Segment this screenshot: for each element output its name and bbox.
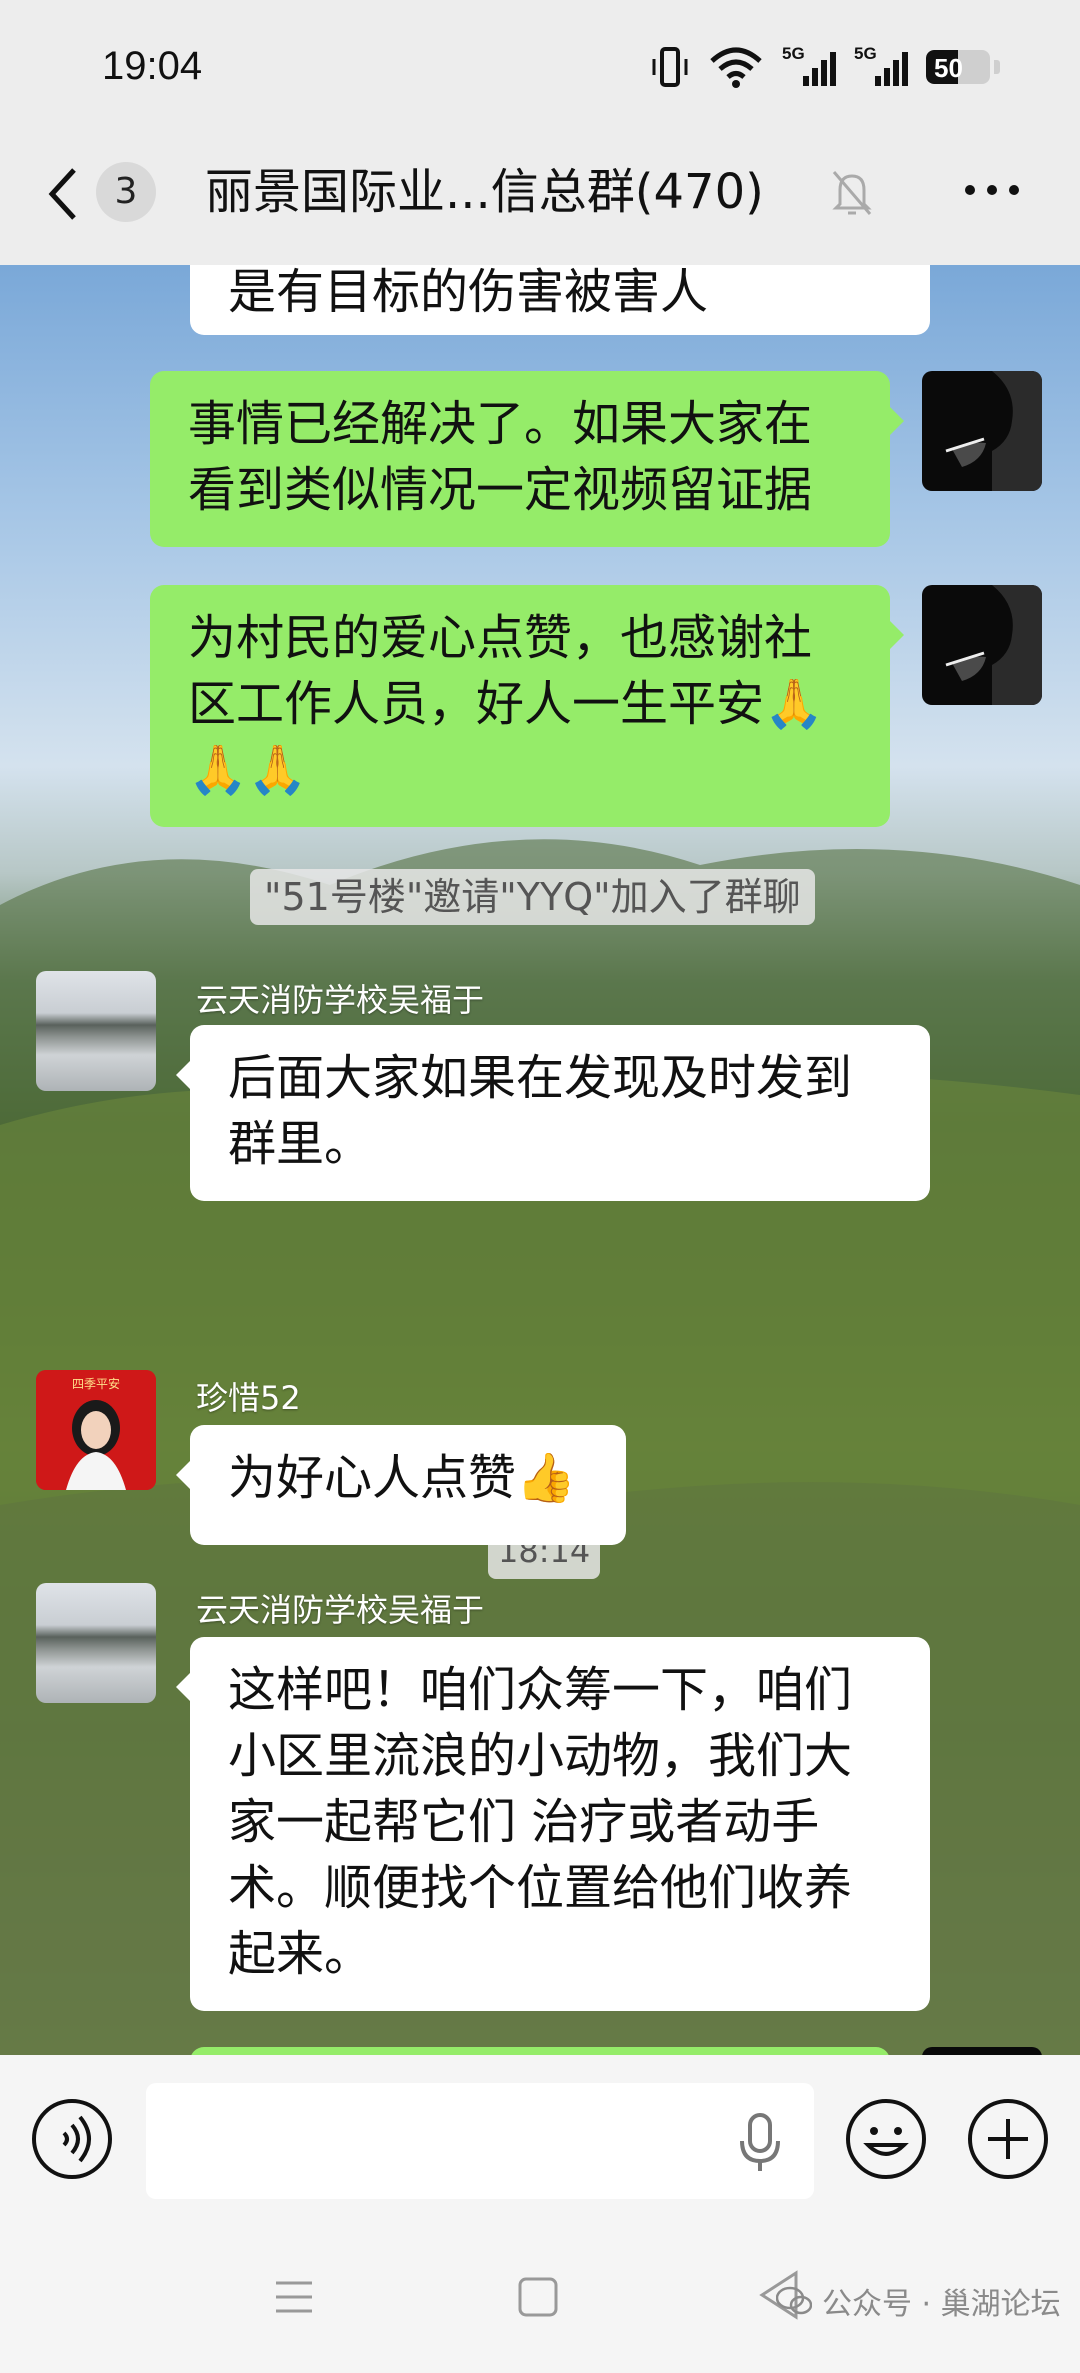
self-avatar[interactable]	[922, 371, 1042, 491]
home-icon[interactable]	[516, 2275, 560, 2319]
sender-name: 云天消防学校吴福于	[196, 981, 485, 1019]
smoking-figure-image	[945, 585, 1042, 705]
wifi-icon	[710, 47, 762, 88]
message-bubble-incoming[interactable]: 是有目标的伤害被害人	[190, 265, 930, 335]
sender-avatar[interactable]: 四季平安	[36, 1370, 156, 1490]
message-text-input[interactable]	[146, 2083, 814, 2199]
sender-avatar[interactable]	[36, 971, 156, 1091]
emoji-icon[interactable]	[844, 2097, 928, 2181]
message-bubble-outgoing[interactable]: 事情已经解决了。如果大家在看到类似情况一定视频留证据	[150, 371, 904, 547]
sender-name: 珍惜52	[196, 1379, 301, 1417]
signal-5g-icon: 5G	[782, 44, 836, 90]
signal-label: 5G	[854, 44, 877, 63]
message-bubble-outgoing[interactable]: 为村民的爱心点赞，也感谢社区工作人员，好人一生平安🙏🙏🙏	[150, 585, 904, 827]
voice-input-icon[interactable]	[30, 2097, 114, 2181]
battery-tip	[994, 60, 1000, 74]
status-time: 19:04	[102, 44, 203, 88]
battery-percent: 50	[934, 53, 963, 83]
chat-message-list[interactable]: 是有目标的伤害被害人 事情已经解决了。如果大家在看到类似情况一定视频留证据 为村…	[0, 265, 1080, 2055]
message-bubble-incoming[interactable]: 这样吧！咱们众筹一下，咱们小区里流浪的小动物，我们大家一起帮它们 治疗或者动手术…	[176, 1637, 930, 2011]
more-icon[interactable]	[960, 170, 1024, 210]
sender-avatar[interactable]	[36, 1583, 156, 1703]
wechat-logo-icon	[776, 2286, 812, 2315]
self-avatar[interactable]	[922, 2047, 1042, 2055]
input-bar	[0, 2055, 1080, 2225]
plus-icon[interactable]	[966, 2097, 1050, 2181]
portrait-image: 四季平安	[36, 1370, 156, 1490]
mute-bell-icon	[832, 171, 872, 215]
vibrate-icon	[652, 47, 688, 87]
message-bubble-incoming[interactable]: 后面大家如果在发现及时发到群里。	[176, 1025, 930, 1201]
menu-icon[interactable]	[272, 2275, 316, 2319]
status-bar: 19:04 5G 5G 50	[0, 0, 1080, 140]
system-notice: "51号楼"邀请"YYQ"加入了群聊	[250, 869, 815, 925]
sender-name: 云天消防学校吴福于	[196, 1591, 485, 1629]
self-avatar[interactable]	[922, 585, 1042, 705]
battery-icon: 50	[926, 50, 990, 84]
signal-5g-icon: 5G	[854, 44, 908, 90]
watermark: 公众号 · 巢湖论坛	[776, 2279, 1061, 2323]
status-icons: 5G 5G 50	[650, 44, 1000, 90]
message-bubble-incoming[interactable]: 为好心人点赞👍	[176, 1425, 626, 1545]
message-bubble-outgoing[interactable]	[190, 2047, 890, 2055]
signal-label: 5G	[782, 44, 805, 63]
smoking-figure-image	[945, 371, 1042, 491]
watermark-text: 公众号 · 巢湖论坛	[822, 2287, 1061, 2322]
microphone-icon[interactable]	[732, 2111, 788, 2175]
avatar-caption: 四季平安	[72, 1376, 120, 1391]
back-chevron-icon[interactable]	[44, 164, 84, 224]
chat-header: 3 丽景国际业...信总群(470)	[0, 140, 1080, 265]
unread-count-badge[interactable]: 3	[96, 162, 156, 222]
chat-title[interactable]: 丽景国际业...信总群(470)	[205, 160, 764, 224]
system-navigation-bar: 公众号 · 巢湖论坛	[0, 2225, 1080, 2373]
